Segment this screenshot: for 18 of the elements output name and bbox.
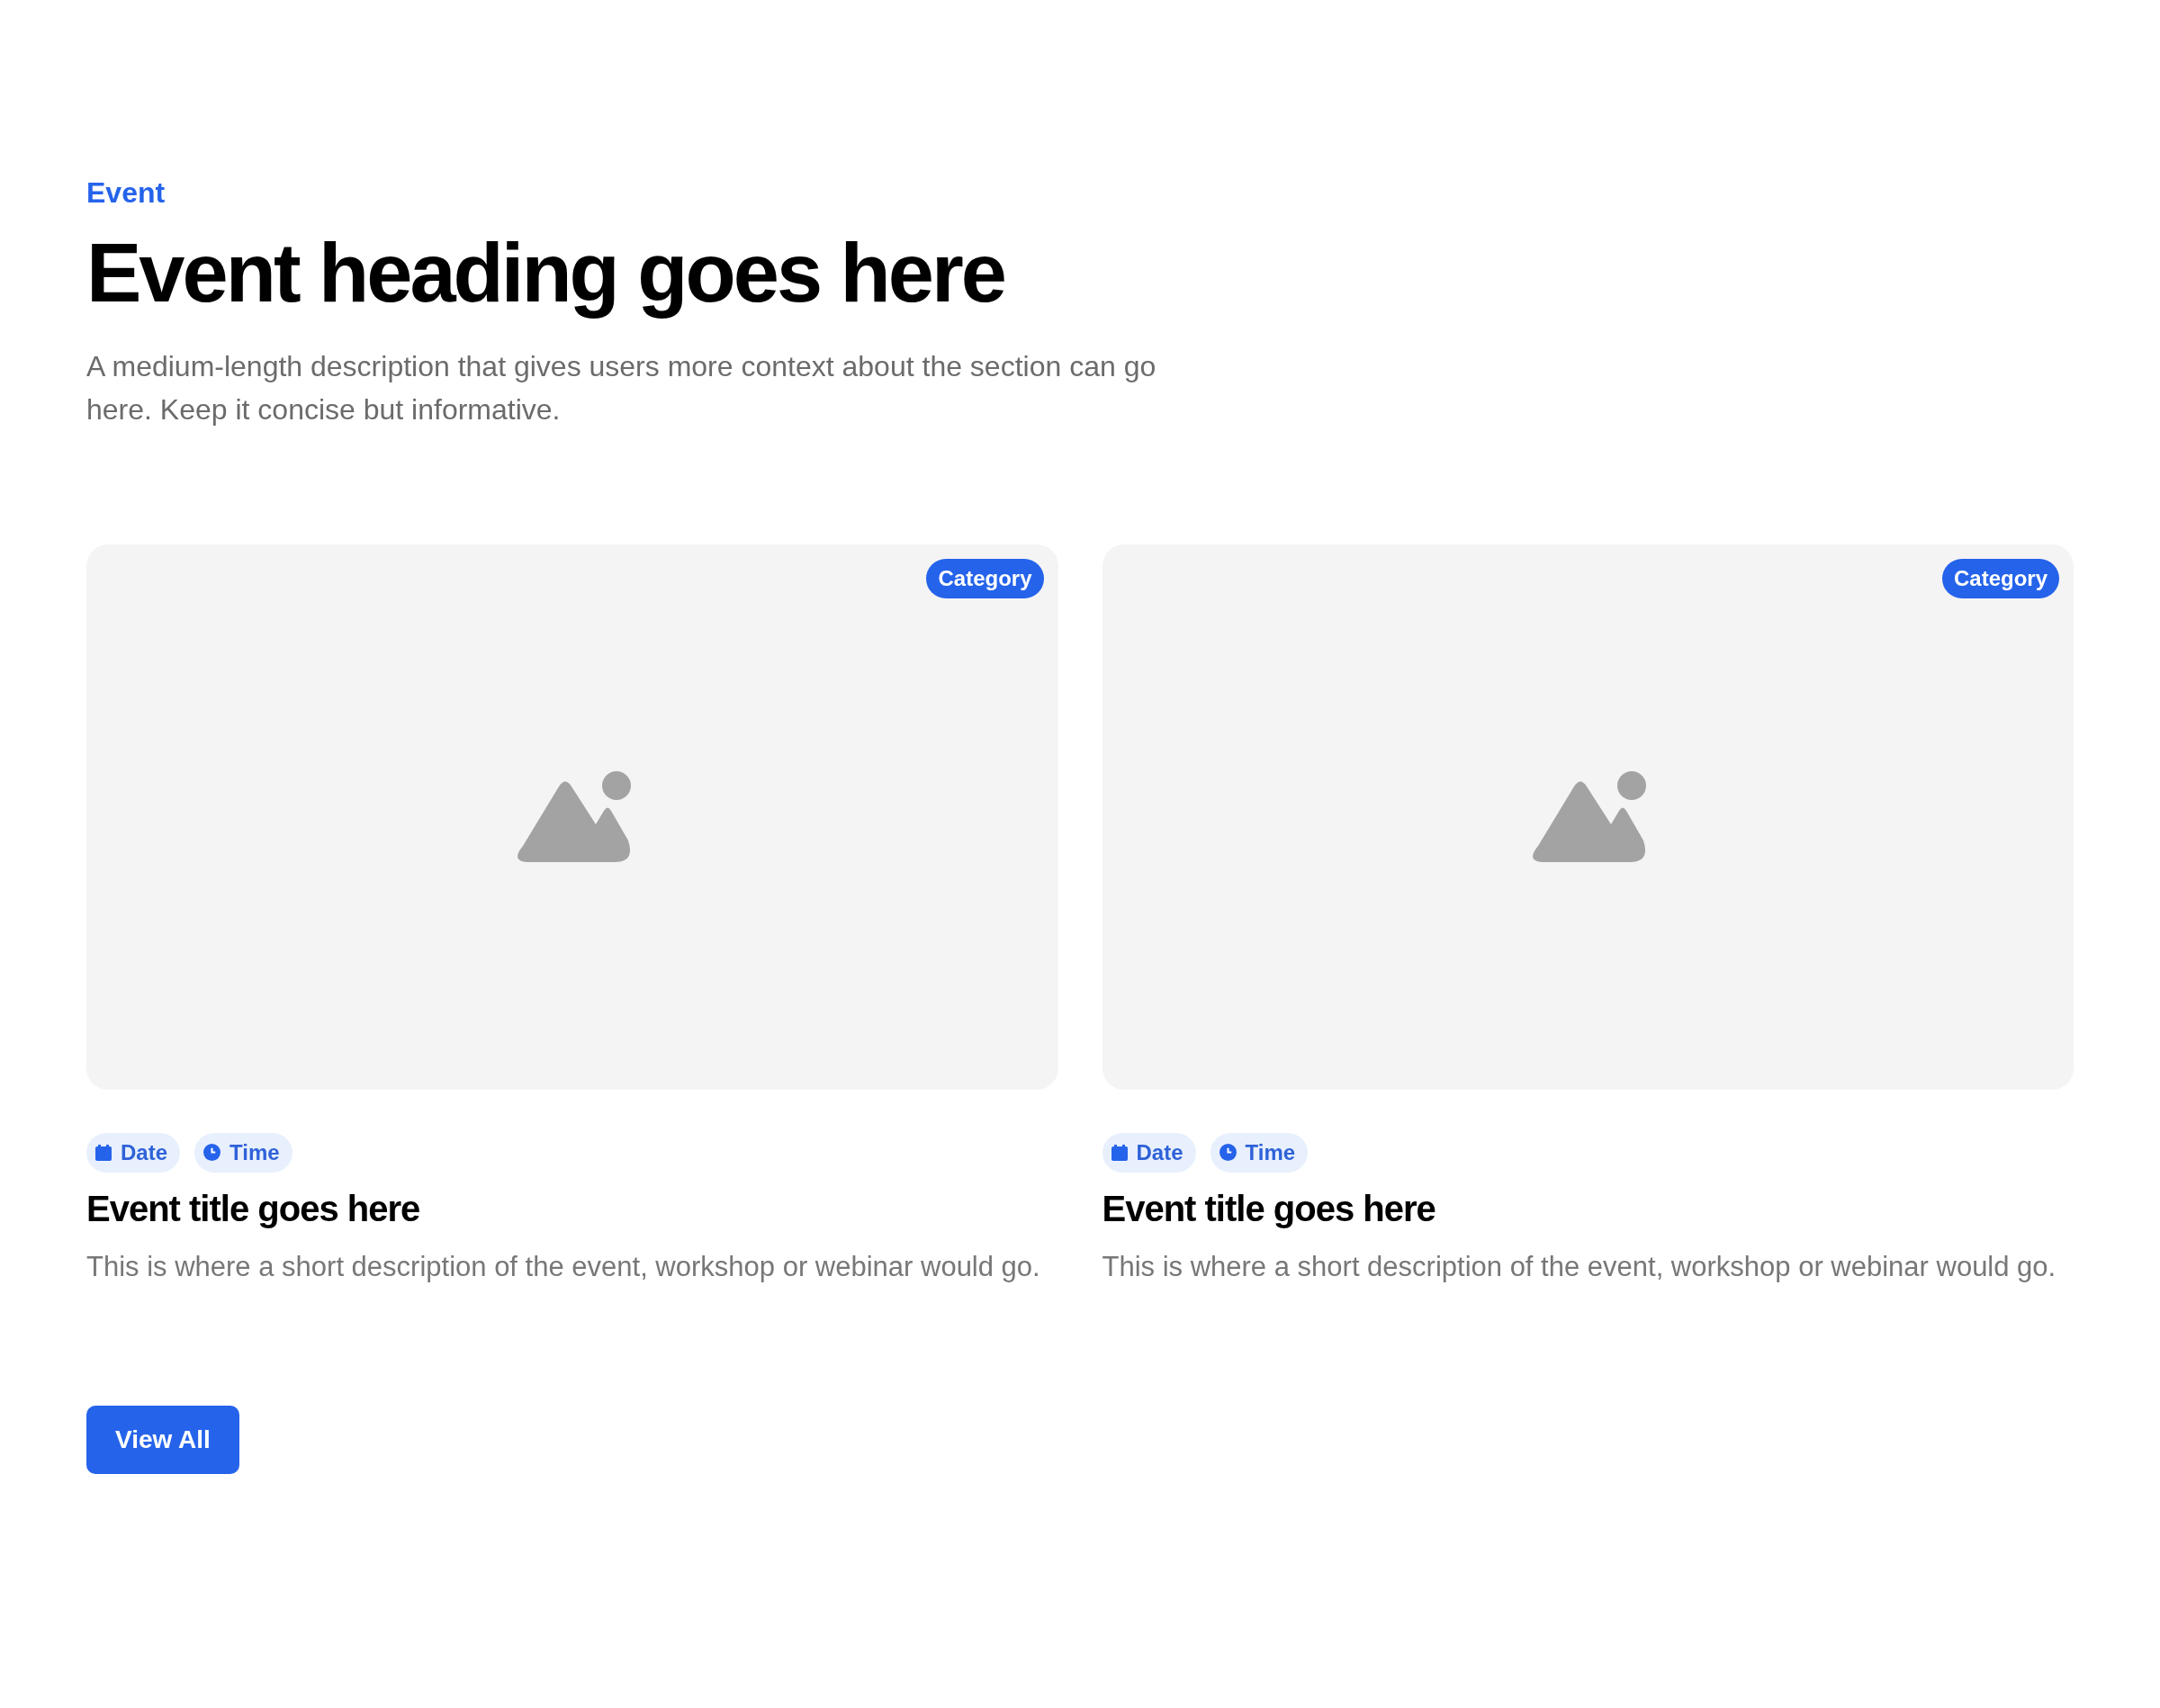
event-title: Event title goes here <box>86 1188 421 1229</box>
section-heading: Event heading goes here <box>86 226 1005 320</box>
tag-label: Date <box>1136 1139 1184 1165</box>
category-badge: Category <box>926 558 1044 598</box>
tag-label: Time <box>230 1139 280 1165</box>
event-description: This is where a short description of the event, workshop or webinar would go. <box>1102 1249 2057 1284</box>
calendar-icon <box>95 1144 112 1161</box>
event-description: This is where a short description of the event, workshop or webinar would go. <box>86 1249 1041 1284</box>
tag-label: Date <box>121 1139 168 1165</box>
clock-icon <box>203 1144 221 1162</box>
view-all-button[interactable]: View All <box>86 1405 239 1474</box>
event-title: Event title goes here <box>1102 1188 1436 1229</box>
clock-icon <box>1219 1144 1237 1162</box>
section-tagline: Event <box>86 176 166 210</box>
calendar-icon <box>1111 1144 1128 1161</box>
tag-label: Time <box>1245 1139 1296 1165</box>
section-description: A medium-length description that gives users more context about the section can go here. Keep it concise but informative. <box>86 348 1157 427</box>
category-badge: Category <box>1941 558 2059 598</box>
